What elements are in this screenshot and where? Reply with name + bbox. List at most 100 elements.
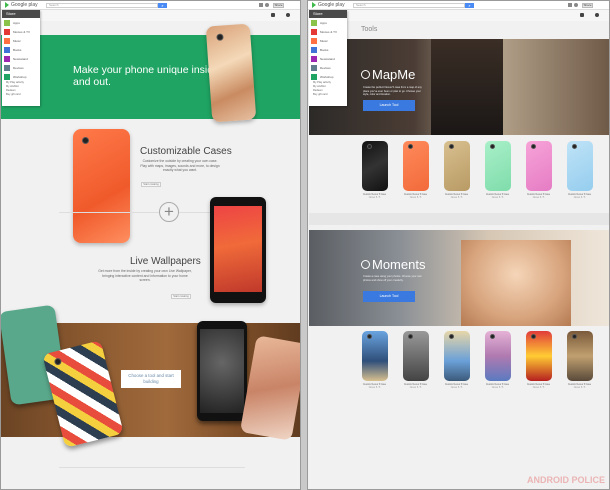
menu-item-label: Workshop <box>13 74 27 79</box>
case-thumbnail <box>402 331 429 381</box>
plus-icon: + <box>159 202 179 222</box>
apps-grid-icon[interactable] <box>568 3 572 7</box>
case-subtitle: Nexus 5 / 5 <box>450 197 463 199</box>
notifications-icon[interactable] <box>265 3 269 7</box>
wallpapers-title: Live Wallpapers <box>130 256 201 267</box>
case-subtitle: Nexus 5 / 5 <box>368 197 381 199</box>
menu-item-label: Movies & TV <box>13 29 30 34</box>
case-card[interactable]: Custom Nexus 5 Case Nexus 5 / 5 <box>523 331 554 390</box>
camera-icon <box>571 144 577 149</box>
menu-item[interactable]: Devices <box>2 63 40 72</box>
cart-icon[interactable] <box>271 13 275 17</box>
apps-grid-icon[interactable] <box>259 3 263 7</box>
case-card[interactable]: Custom Nexus 5 Case Nexus 5 / 5 <box>523 141 554 200</box>
case-thumbnail <box>361 331 388 381</box>
menu-item[interactable]: Music <box>309 36 347 45</box>
search-button[interactable]: ⌕ <box>465 3 474 8</box>
choose-tool-cta[interactable]: Choose a tool and start building <box>121 370 181 388</box>
cases-start-button[interactable]: Start creating <box>141 182 161 187</box>
camera-icon <box>366 334 372 339</box>
share-button[interactable]: Share <box>273 3 284 8</box>
cart-icon[interactable] <box>580 13 584 17</box>
case-thumbnail <box>525 331 552 381</box>
menu-item-label: Apps <box>320 20 327 25</box>
left-pane: Google play Search ⌕ Share Store Apps Movi… <box>0 0 301 490</box>
case-card[interactable]: Custom Nexus 5 Case Nexus 5 / 5 <box>359 141 390 200</box>
menu-item[interactable]: Movies & TV <box>309 27 347 36</box>
hero-photo-case <box>205 23 257 123</box>
play-logo[interactable]: Google play <box>5 2 38 8</box>
case-card[interactable]: Custom Nexus 5 Case Nexus 5 / 5 <box>441 331 472 390</box>
gear-icon[interactable] <box>595 13 599 17</box>
menu-item-label: Workshop <box>320 74 334 79</box>
menu-item[interactable]: Workshop <box>309 72 347 81</box>
camera-icon <box>571 334 577 339</box>
dark-phone-image <box>197 321 247 421</box>
camera-icon <box>530 144 536 149</box>
case-subtitle: Nexus 5 / 5 <box>409 387 422 389</box>
right-pane: Google play Search ⌕ Share Store Apps Movi… <box>307 0 610 490</box>
case-subtitle: Nexus 5 / 5 <box>491 197 504 199</box>
case-thumbnail <box>443 331 470 381</box>
case-thumbnail <box>443 141 470 191</box>
menu-item[interactable]: Music <box>2 36 40 45</box>
store-menu: Store Apps Movies & TV Music Books Newsstand D… <box>309 10 347 106</box>
search-button[interactable]: ⌕ <box>158 3 167 8</box>
play-logo-icon <box>5 2 9 8</box>
camera-icon <box>82 137 89 144</box>
menu-item[interactable]: Apps <box>2 18 40 27</box>
ring-icon <box>361 260 370 269</box>
menu-item[interactable]: Apps <box>309 18 347 27</box>
menu-item[interactable]: Workshop <box>2 72 40 81</box>
camera-icon <box>407 144 413 149</box>
mapme-desc: Create the perfect Nexus 5 case from a m… <box>363 86 422 97</box>
case-card[interactable]: Custom Nexus 5 Case Nexus 5 / 5 <box>441 141 472 200</box>
cases-body: Customize the outside by creating your o… <box>140 159 220 173</box>
menu-item[interactable]: Books <box>309 45 347 54</box>
share-button[interactable]: Share <box>582 3 593 8</box>
tools-heading: Tools <box>361 26 378 33</box>
mapme-title-text: MapMe <box>372 67 416 82</box>
moments-title: Moments <box>361 257 425 272</box>
case-card[interactable]: Custom Nexus 5 Case Nexus 5 / 5 <box>564 331 595 390</box>
case-card[interactable]: Custom Nexus 5 Case Nexus 5 / 5 <box>400 331 431 390</box>
menu-item-label: Apps <box>13 20 20 25</box>
menu-link[interactable]: Buy gift card <box>309 93 347 97</box>
moments-launch-button[interactable]: Launch Tool <box>363 291 415 302</box>
camera-icon <box>489 334 495 339</box>
case-card[interactable]: Custom Nexus 5 Case Nexus 5 / 5 <box>400 141 431 200</box>
menu-item[interactable]: Books <box>2 45 40 54</box>
mapme-launch-button[interactable]: Launch Tool <box>363 100 415 111</box>
menu-link[interactable]: Buy gift card <box>2 93 40 97</box>
category-icon <box>311 28 317 35</box>
menu-item[interactable]: Movies & TV <box>2 27 40 36</box>
ring-icon <box>361 70 370 79</box>
cases-title: Customizable Cases <box>140 146 232 157</box>
case-card[interactable]: Custom Nexus 5 Case Nexus 5 / 5 <box>482 141 513 200</box>
menu-header[interactable]: Store <box>2 10 40 18</box>
search-input[interactable]: Search <box>353 3 465 8</box>
play-logo[interactable]: Google play <box>312 2 345 8</box>
case-card[interactable]: Custom Nexus 5 Case Nexus 5 / 5 <box>482 331 513 390</box>
menu-item[interactable]: Newsstand <box>309 54 347 63</box>
menu-item-label: Newsstand <box>13 56 28 61</box>
orange-case-image <box>73 129 130 243</box>
case-thumbnail <box>484 141 511 191</box>
menu-item-label: Music <box>320 38 328 43</box>
mapme-photo <box>431 39 503 135</box>
case-thumbnail <box>566 141 593 191</box>
menu-header[interactable]: Store <box>309 10 347 18</box>
footer-divider <box>59 467 245 468</box>
camera-icon <box>530 334 536 339</box>
notifications-icon[interactable] <box>574 3 578 7</box>
case-card[interactable]: Custom Nexus 5 Case Nexus 5 / 5 <box>359 331 390 390</box>
case-subtitle: Nexus 5 / 5 <box>573 197 586 199</box>
wallpapers-start-button[interactable]: Start creating <box>171 294 191 299</box>
case-subtitle: Nexus 5 / 5 <box>573 387 586 389</box>
menu-item[interactable]: Devices <box>309 63 347 72</box>
menu-item-label: Movies & TV <box>320 29 337 34</box>
case-card[interactable]: Custom Nexus 5 Case Nexus 5 / 5 <box>564 141 595 200</box>
search-input[interactable]: Search <box>46 3 158 8</box>
gear-icon[interactable] <box>286 13 290 17</box>
menu-item[interactable]: Newsstand <box>2 54 40 63</box>
